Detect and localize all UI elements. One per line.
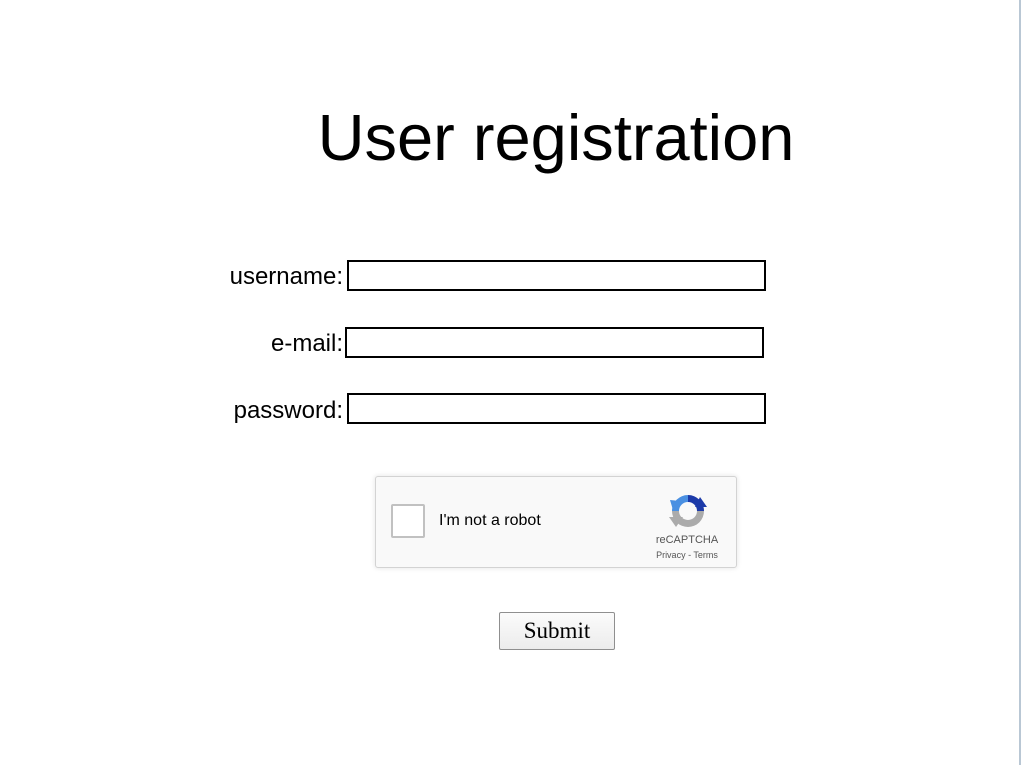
username-input[interactable] bbox=[347, 260, 766, 291]
email-input[interactable] bbox=[345, 327, 764, 358]
recaptcha-widget: I'm not a robot reCAPTCHA Privacy - Term… bbox=[375, 476, 737, 568]
password-input[interactable] bbox=[347, 393, 766, 424]
recaptcha-label: I'm not a robot bbox=[439, 512, 541, 529]
recaptcha-checkbox[interactable] bbox=[391, 504, 425, 538]
recaptcha-links: Privacy - Terms bbox=[626, 550, 748, 560]
password-label: password: bbox=[233, 397, 343, 424]
recaptcha-privacy-link[interactable]: Privacy bbox=[656, 550, 686, 560]
recaptcha-terms-link[interactable]: Terms bbox=[693, 550, 718, 560]
recaptcha-logo-icon bbox=[669, 495, 707, 527]
submit-button[interactable]: Submit bbox=[499, 612, 615, 650]
recaptcha-brand: reCAPTCHA bbox=[655, 534, 719, 546]
username-label: username: bbox=[229, 263, 343, 290]
email-label: e-mail: bbox=[270, 330, 343, 357]
page-title: User registration bbox=[317, 101, 795, 174]
